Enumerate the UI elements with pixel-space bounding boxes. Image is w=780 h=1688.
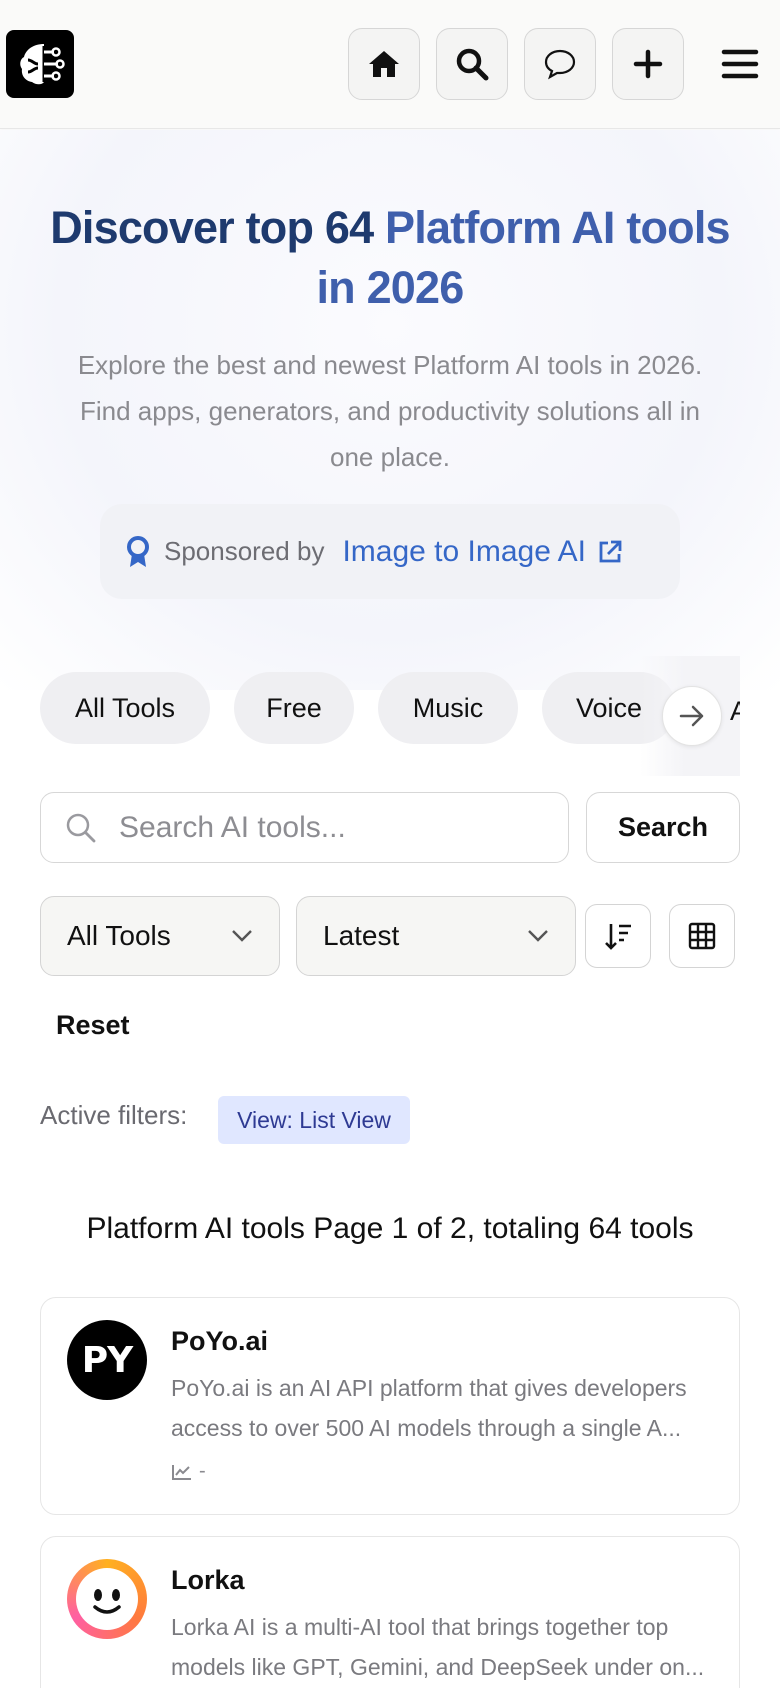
smiley-face-icon — [76, 1568, 138, 1630]
page-title: Discover top 64 Platform AI tools in 202… — [30, 198, 750, 318]
chevron-down-icon — [528, 930, 548, 942]
tool-description: PoYo.ai is an AI API platform that gives… — [171, 1368, 717, 1448]
title-accent: Platform AI tools — [385, 202, 731, 253]
grid-view-icon — [688, 922, 716, 950]
menu-button[interactable] — [714, 40, 766, 88]
tool-description-line: access to over 500 AI models through a s… — [171, 1415, 682, 1441]
brain-circuit-icon — [20, 44, 65, 85]
tool-stat-value: - — [199, 1460, 206, 1482]
site-logo[interactable] — [6, 30, 74, 98]
search-icon — [456, 48, 489, 81]
subtitle-line: one place. — [330, 442, 450, 472]
search-input[interactable] — [119, 810, 539, 845]
add-button[interactable] — [612, 28, 684, 100]
tool-stats: - — [171, 1460, 206, 1483]
tool-type-value: All Tools — [67, 920, 171, 951]
sponsor-banner: Sponsored by Image to Image AI — [100, 504, 680, 599]
category-chip-music[interactable]: Music — [378, 672, 518, 744]
tool-type-select[interactable]: All Tools — [40, 896, 280, 976]
tool-avatar — [67, 1559, 147, 1639]
category-scroll-next-button[interactable] — [662, 686, 722, 746]
category-chip-partial[interactable]: A — [730, 696, 740, 727]
category-chip-all-tools[interactable]: All Tools — [40, 672, 210, 744]
tool-avatar: PY — [67, 1320, 147, 1400]
chevron-down-icon — [232, 930, 252, 942]
tool-description-line: Lorka AI is a multi-AI tool that brings … — [171, 1614, 669, 1640]
tool-avatar-text: PY — [81, 1339, 133, 1381]
category-chip-row: All Tools Free Music Voice A — [40, 656, 740, 776]
subtitle-line: Explore the best and newest Platform AI … — [77, 350, 703, 380]
hamburger-menu-icon — [721, 49, 759, 79]
tool-card[interactable]: Lorka Lorka AI is a multi-AI tool that b… — [40, 1536, 740, 1688]
chat-bubble-icon — [544, 49, 576, 80]
search-icon — [66, 813, 96, 842]
tool-description: Lorka AI is a multi-AI tool that brings … — [171, 1607, 717, 1687]
tool-card[interactable]: PY PoYo.ai PoYo.ai is an AI API platform… — [40, 1297, 740, 1515]
view-toggle-button[interactable] — [669, 904, 735, 968]
subtitle-line: Find apps, generators, and productivity … — [79, 396, 700, 426]
tool-description-line: PoYo.ai is an AI API platform that gives… — [171, 1375, 687, 1401]
sponsor-label: Sponsored by — [164, 536, 325, 566]
search-button[interactable] — [436, 28, 508, 100]
active-filter-tag[interactable]: View: List View — [218, 1096, 410, 1144]
title-prefix: Discover top 64 — [50, 202, 386, 253]
search-submit-button[interactable]: Search — [586, 792, 740, 863]
tool-description-line: models like GPT, Gemini, and DeepSeek un… — [171, 1654, 705, 1680]
tool-name[interactable]: PoYo.ai — [171, 1326, 268, 1357]
chat-button[interactable] — [524, 28, 596, 100]
title-suffix: in 2026 — [316, 262, 464, 313]
tool-name[interactable]: Lorka — [171, 1565, 245, 1596]
sort-value: Latest — [323, 920, 400, 951]
reset-filters-button[interactable]: Reset — [56, 1010, 130, 1041]
plus-icon — [633, 49, 663, 79]
top-nav-bar — [0, 0, 780, 129]
sort-select[interactable]: Latest — [296, 896, 576, 976]
results-summary: Platform AI tools Page 1 of 2, totaling … — [86, 1212, 694, 1245]
sort-order-button[interactable] — [585, 904, 651, 968]
award-ribbon-icon — [127, 535, 149, 567]
category-chip-free[interactable]: Free — [234, 672, 354, 744]
home-button[interactable] — [348, 28, 420, 100]
active-filters-label: Active filters: — [40, 1100, 188, 1130]
sort-descending-icon — [605, 924, 631, 950]
sponsor-link[interactable]: Image to Image AI — [342, 535, 585, 569]
external-link-icon[interactable] — [596, 538, 624, 566]
search-field[interactable] — [40, 792, 569, 863]
home-icon — [369, 51, 399, 77]
trending-chart-icon — [172, 1464, 191, 1480]
arrow-right-icon — [679, 705, 704, 727]
page-subtitle: Explore the best and newest Platform AI … — [40, 342, 740, 480]
